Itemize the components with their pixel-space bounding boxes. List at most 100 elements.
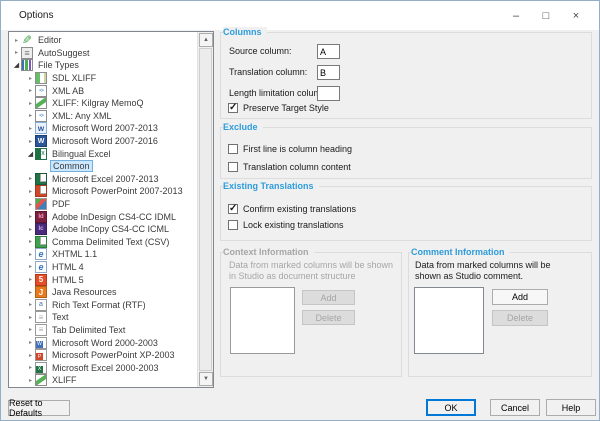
tree-item[interactable]: ▸ Text <box>9 311 197 324</box>
exclude-group: Exclude First line is column heading Tra… <box>220 127 592 179</box>
tree-item-label: XML: Any XML <box>50 111 114 121</box>
tree-item[interactable]: ▸Adobe InCopy CS4-CC ICML <box>9 223 197 236</box>
translation-column-input[interactable] <box>317 65 340 80</box>
scroll-down-icon[interactable]: ▼ <box>199 372 213 386</box>
tree-item[interactable]: ▸Microsoft Excel 2007-2013 <box>9 173 197 186</box>
help-button[interactable]: Help <box>546 399 596 416</box>
file-types-columns-icon <box>21 59 33 71</box>
expand-arrow-icon[interactable]: ▸ <box>26 213 35 220</box>
expand-arrow-icon[interactable]: ▸ <box>26 175 35 182</box>
tree-item[interactable]: ▸ XML: Any XML <box>9 110 197 123</box>
expand-arrow-icon[interactable]: ▸ <box>26 138 35 145</box>
tree-item[interactable]: ▸Microsoft Word 2000-2003 <box>9 336 197 349</box>
tree-item-label: Tab Delimited Text <box>50 325 127 335</box>
scrollbar-thumb[interactable] <box>199 48 212 371</box>
expand-arrow-icon[interactable]: ▸ <box>26 226 35 233</box>
source-column-input[interactable] <box>317 44 340 59</box>
caption-buttons: – □ × <box>501 5 591 27</box>
translation-column-content-checkbox[interactable] <box>228 162 238 172</box>
expand-arrow-icon[interactable]: ▸ <box>12 49 21 56</box>
tree-item[interactable]: ▸ Microsoft Word 2007-2016 <box>9 135 197 148</box>
expand-arrow-icon[interactable]: ▸ <box>26 238 35 245</box>
tree-item[interactable]: ▸Microsoft Excel 2000-2003 <box>9 361 197 374</box>
tree-item[interactable]: Common <box>9 160 197 173</box>
tree-item[interactable]: ▸HTML 4 <box>9 261 197 274</box>
context-information-group: Context Information Data from marked col… <box>220 252 402 377</box>
expand-arrow-icon[interactable]: ▸ <box>26 112 35 119</box>
html5-icon <box>35 274 47 286</box>
preserve-target-style-checkbox[interactable] <box>228 103 238 113</box>
tree-item[interactable]: ▸XLIFF: Kilgray MemoQ <box>9 97 197 110</box>
tree-item[interactable]: ▸PDF <box>9 198 197 211</box>
tree-item[interactable]: ▸ XML AB <box>9 84 197 97</box>
tree-item[interactable]: ▸Microsoft PowerPoint 2007-2013 <box>9 185 197 198</box>
translation-column-label: Translation column: <box>229 67 307 77</box>
tree-item[interactable]: ▸Comma Delimited Text (CSV) <box>9 236 197 249</box>
tree-item-label: AutoSuggest <box>36 48 92 58</box>
lock-existing-checkbox[interactable] <box>228 220 238 230</box>
expand-arrow-icon[interactable]: ▸ <box>26 326 35 333</box>
cancel-button[interactable]: Cancel <box>490 399 540 416</box>
expand-arrow-icon[interactable]: ▸ <box>26 301 35 308</box>
tree-item[interactable]: ◢File Types <box>9 59 197 72</box>
tree-item[interactable]: ▸ SDL XLIFF <box>9 72 197 85</box>
text-doc-icon <box>35 311 47 323</box>
expand-arrow-icon[interactable]: ▸ <box>26 75 35 82</box>
length-limitation-column-input[interactable] <box>317 86 340 101</box>
expand-arrow-icon[interactable]: ▸ <box>26 251 35 258</box>
xml-doc-icon <box>35 110 47 122</box>
expand-arrow-icon[interactable]: ▸ <box>26 364 35 371</box>
comment-add-button[interactable]: Add <box>492 289 548 305</box>
tree-item-label: Microsoft Word 2007-2016 <box>50 136 160 146</box>
expand-arrow-icon[interactable]: ▸ <box>26 188 35 195</box>
rtf-doc-icon <box>35 299 47 311</box>
close-icon[interactable]: × <box>561 5 591 27</box>
collapse-arrow-icon[interactable]: ◢ <box>26 150 35 158</box>
expand-arrow-icon[interactable]: ▸ <box>26 276 35 283</box>
word-2003-doc-icon <box>35 337 47 349</box>
expand-arrow-icon[interactable]: ▸ <box>26 263 35 270</box>
reset-to-defaults-button[interactable]: Reset to Defaults <box>8 400 70 416</box>
lock-existing-label: Lock existing translations <box>243 220 344 230</box>
context-columns-listbox[interactable] <box>230 287 295 354</box>
expand-arrow-icon[interactable]: ▸ <box>26 352 35 359</box>
tree-item[interactable]: ▸Editor <box>9 34 197 47</box>
expand-arrow-icon[interactable]: ▸ <box>26 314 35 321</box>
window-title: Options <box>19 10 53 21</box>
tree-item[interactable]: ▸XLIFF <box>9 374 197 387</box>
expand-arrow-icon[interactable]: ▸ <box>26 377 35 384</box>
comment-information-group-title: Comment Information <box>411 247 510 258</box>
expand-arrow-icon[interactable]: ▸ <box>26 289 35 296</box>
expand-arrow-icon[interactable]: ▸ <box>26 201 35 208</box>
expand-arrow-icon[interactable]: ▸ <box>26 87 35 94</box>
confirm-existing-checkbox[interactable] <box>228 204 238 214</box>
expand-arrow-icon[interactable]: ▸ <box>26 125 35 132</box>
tree-item[interactable]: ▸Adobe InDesign CS4-CC IDML <box>9 210 197 223</box>
expand-arrow-icon[interactable]: ▸ <box>12 37 21 44</box>
expand-arrow-icon[interactable]: ▸ <box>26 339 35 346</box>
tree-item[interactable]: ▸Java Resources <box>9 286 197 299</box>
comment-columns-listbox[interactable] <box>414 287 484 354</box>
ok-button[interactable]: OK <box>426 399 476 416</box>
scroll-up-icon[interactable]: ▲ <box>199 33 213 47</box>
tree-item-label: XML AB <box>50 86 86 96</box>
tree-item[interactable]: ▸Microsoft PowerPoint XP-2003 <box>9 349 197 362</box>
tree-item-label: SDL XLIFF <box>50 73 98 83</box>
tree-item-label: Text <box>50 312 71 322</box>
tree-item[interactable]: ▸ Tab Delimited Text <box>9 324 197 337</box>
expand-arrow-icon[interactable]: ▸ <box>26 100 35 107</box>
tree-item[interactable]: ▸Microsoft Word 2007-2013 <box>9 122 197 135</box>
tree-item[interactable]: ▸Rich Text Format (RTF) <box>9 298 197 311</box>
minimize-icon[interactable]: – <box>501 5 531 27</box>
sdl-xliff-icon <box>35 72 47 84</box>
tree-item[interactable]: ▸XHTML 1.1 <box>9 248 197 261</box>
first-line-heading-checkbox[interactable] <box>228 144 238 154</box>
tree-item[interactable]: ◢Bilingual Excel <box>9 147 197 160</box>
tree-item[interactable]: ▸ AutoSuggest <box>9 47 197 60</box>
tree-scrollbar[interactable]: ▲ ▼ <box>197 32 213 387</box>
tree-item[interactable]: ▸HTML 5 <box>9 273 197 286</box>
maximize-icon[interactable]: □ <box>531 5 561 27</box>
context-add-button: Add <box>302 290 355 305</box>
collapse-arrow-icon[interactable]: ◢ <box>12 61 21 69</box>
file-types-tree: ▸Editor ▸ AutoSuggest◢File Types ▸ SDL XLIFF… <box>8 31 214 388</box>
